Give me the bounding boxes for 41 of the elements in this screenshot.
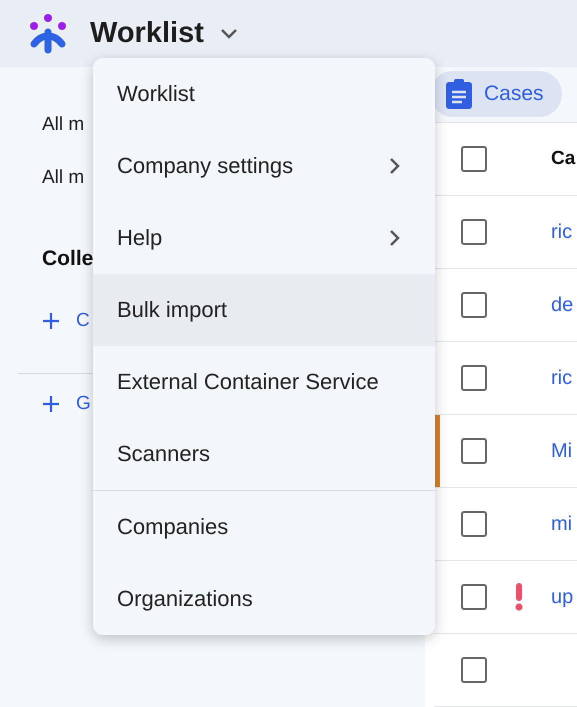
column-header: Ca xyxy=(551,148,576,170)
row-checkbox[interactable] xyxy=(461,219,487,245)
case-link[interactable]: mi xyxy=(551,512,572,536)
row-checkbox[interactable] xyxy=(461,584,487,610)
menu-item[interactable]: Help xyxy=(93,202,435,274)
add-link[interactable]: G xyxy=(42,386,91,422)
row-checkbox[interactable] xyxy=(461,292,487,318)
menu-item-label: Help xyxy=(117,225,162,251)
menu-item[interactable]: Company settings xyxy=(93,130,435,202)
row-checkbox[interactable] xyxy=(461,511,487,537)
logo-icon xyxy=(28,14,68,54)
menu-item-label: Bulk import xyxy=(117,297,228,323)
add-link[interactable]: C xyxy=(42,303,90,339)
case-link[interactable]: up xyxy=(551,586,574,608)
menu-item[interactable]: Bulk import xyxy=(93,274,435,346)
plus-icon xyxy=(42,395,60,413)
clipboard-icon xyxy=(446,78,472,108)
chevron-down-icon[interactable] xyxy=(220,28,238,40)
row-checkbox[interactable] xyxy=(461,438,487,464)
menu-item[interactable]: Companies xyxy=(93,491,435,563)
case-link[interactable]: Mi xyxy=(551,440,572,462)
menu-item-label: Scanners xyxy=(117,441,210,467)
menu-item[interactable]: External Container Service xyxy=(93,346,435,418)
plus-icon xyxy=(42,312,60,330)
sidebar-item[interactable]: All m xyxy=(42,107,84,160)
case-link[interactable]: de xyxy=(551,294,574,316)
select-all-checkbox[interactable] xyxy=(461,146,487,172)
app-title[interactable]: Worklist xyxy=(90,17,204,50)
menu-item[interactable]: Organizations xyxy=(93,563,435,635)
menu-item[interactable]: Scanners xyxy=(93,418,435,490)
menu-item-label: Company settings xyxy=(117,153,294,179)
case-link[interactable]: ric xyxy=(551,220,572,244)
row-checkbox[interactable] xyxy=(461,657,487,683)
sidebar-item[interactable]: All m xyxy=(42,160,84,213)
section-title: Colle xyxy=(42,246,94,272)
case-link[interactable]: ric xyxy=(551,366,572,390)
menu-item-label: Companies xyxy=(117,514,228,540)
menu-item-label: Worklist xyxy=(117,81,195,107)
menu-item-label: Organizations xyxy=(117,586,253,612)
row-checkbox[interactable] xyxy=(461,365,487,391)
menu-item-label: External Container Service xyxy=(117,369,379,395)
